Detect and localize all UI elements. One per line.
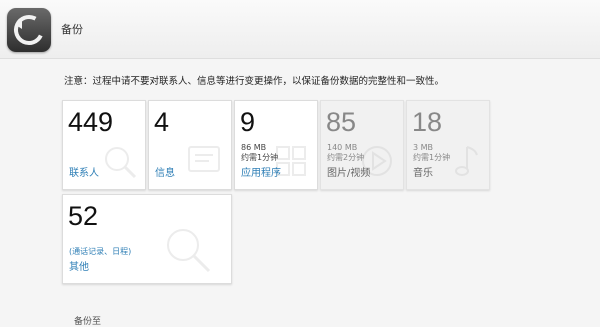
- contacts-label: 联系人: [69, 168, 99, 179]
- contacts-tile[interactable]: 449 联系人: [62, 100, 146, 190]
- other-extra: (通话记录、日程): [69, 247, 132, 256]
- contacts-count: 449: [68, 107, 114, 137]
- notice-text: 注意：过程中请不要对联系人、信息等进行变更操作，以保证备份数据的完整性和一致性。: [64, 76, 445, 87]
- music-tile[interactable]: 18 3 MB 约需1分钟 音乐: [406, 100, 490, 190]
- backup-to-label: 备份至: [74, 317, 102, 327]
- message-icon: [188, 146, 220, 172]
- photos-videos-time: 约需2分钟: [327, 153, 365, 162]
- title-bar: 备份: [0, 0, 600, 59]
- music-count: 18: [412, 107, 443, 137]
- photos-videos-tile[interactable]: 85 140 MB 约需2分钟 图片/视频: [320, 100, 404, 190]
- page-title: 备份: [61, 23, 83, 36]
- apps-size: 86 MB: [241, 143, 267, 152]
- apps-tile[interactable]: 9 86 MB 约需1分钟 应用程序: [234, 100, 318, 190]
- apps-time: 约需1分钟: [241, 153, 279, 162]
- backup-app-icon: [7, 8, 51, 52]
- music-size: 3 MB: [413, 143, 434, 152]
- messages-label: 信息: [155, 168, 175, 179]
- photos-videos-label: 图片/视频: [327, 168, 371, 179]
- apps-count: 9: [240, 107, 256, 137]
- other-tile[interactable]: 52 (通话记录、日程) 其他: [62, 194, 232, 284]
- apps-label: 应用程序: [241, 168, 281, 179]
- music-label: 音乐: [413, 168, 433, 179]
- photos-videos-size: 140 MB: [327, 143, 358, 152]
- other-count: 52: [68, 201, 99, 231]
- search-icon: [167, 229, 211, 273]
- photos-videos-count: 85: [326, 107, 357, 137]
- search-icon: [105, 147, 137, 179]
- music-time: 约需1分钟: [413, 153, 451, 162]
- other-label: 其他: [69, 262, 89, 273]
- messages-count: 4: [154, 107, 170, 137]
- messages-tile[interactable]: 4 信息: [148, 100, 232, 190]
